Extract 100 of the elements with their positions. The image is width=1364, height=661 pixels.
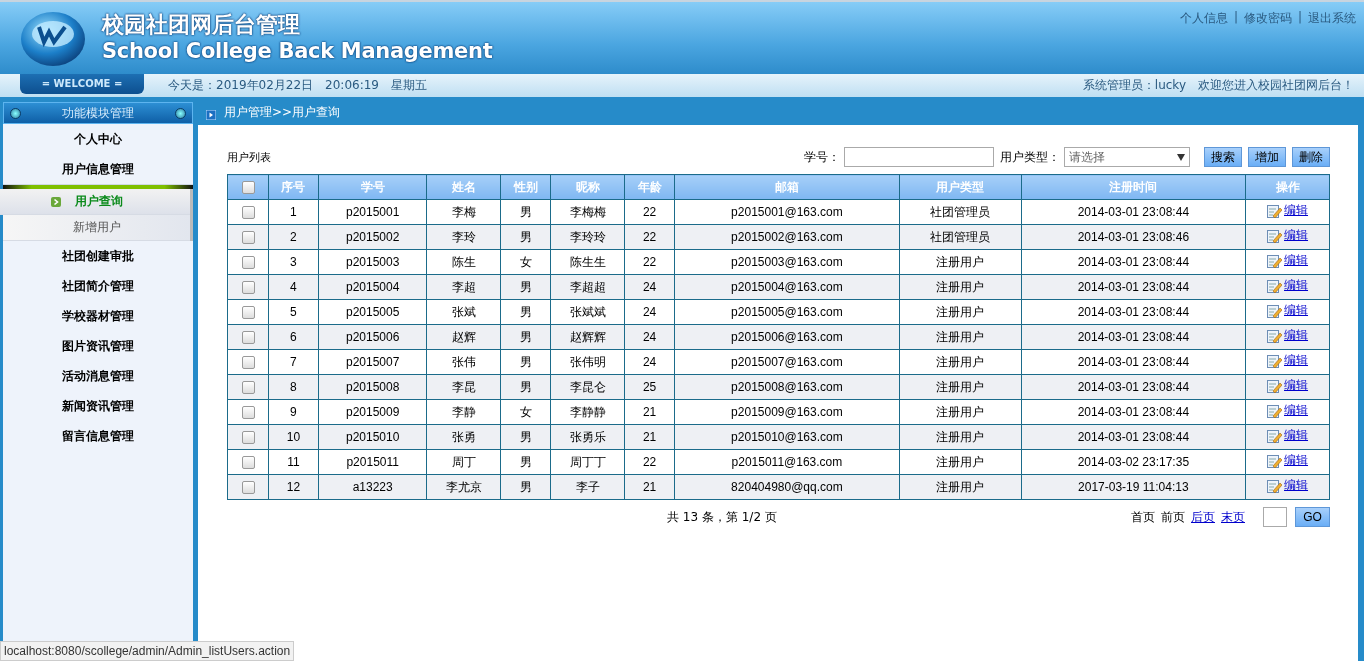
table-cell: 张斌 (427, 299, 501, 325)
edit-icon (1267, 430, 1283, 444)
column-header: 昵称 (550, 174, 625, 200)
page-summary: 共 13 条，第 1/2 页 (667, 508, 777, 526)
select-all-checkbox[interactable] (241, 181, 255, 195)
table-cell: 注册用户 (899, 324, 1022, 350)
table-cell: p2015010@163.com (674, 424, 900, 450)
edit-link[interactable]: 编辑 (1284, 327, 1309, 344)
row-checkbox[interactable] (241, 456, 255, 470)
edit-icon (1267, 255, 1283, 269)
edit-link[interactable]: 编辑 (1284, 277, 1309, 294)
table-cell: 2014-03-01 23:08:46 (1021, 224, 1246, 250)
edit-link[interactable]: 编辑 (1284, 452, 1309, 469)
menu-item[interactable]: 社团创建审批 (3, 241, 193, 271)
edit-link[interactable]: 编辑 (1284, 477, 1309, 494)
column-header: 邮箱 (674, 174, 900, 200)
table-cell: 张伟明 (550, 349, 625, 375)
menu-item[interactable]: 社团简介管理 (3, 271, 193, 301)
edit-link[interactable]: 编辑 (1284, 252, 1309, 269)
table-cell: 2014-03-02 23:17:35 (1021, 449, 1246, 475)
edit-icon (1267, 380, 1283, 394)
logo-icon (20, 10, 86, 68)
table-cell: p2015001 (318, 199, 427, 225)
table-cell: p2015005 (318, 299, 427, 325)
menu-item[interactable]: 留言信息管理 (3, 421, 193, 451)
table-cell: 2014-03-01 23:08:44 (1021, 199, 1246, 225)
column-header: 学号 (318, 174, 427, 200)
edit-link[interactable]: 编辑 (1284, 227, 1309, 244)
toolbar-button[interactable]: 增加 (1248, 147, 1286, 167)
separator-text: | (1297, 10, 1302, 26)
row-checkbox[interactable] (241, 256, 255, 270)
table-cell: p2015003 (318, 249, 427, 275)
table-cell: p2015004@163.com (674, 274, 900, 300)
row-checkbox[interactable] (241, 481, 255, 495)
table-cell: p2015010 (318, 424, 427, 450)
menu-item[interactable]: 个人中心 (3, 124, 193, 154)
row-checkbox[interactable] (241, 231, 255, 245)
edit-icon (1267, 280, 1283, 294)
table-cell: p2015006 (318, 324, 427, 350)
table-cell: 男 (500, 349, 551, 375)
table-cell: 7 (268, 349, 319, 375)
status-bar: localhost:8080/scollege/admin/Admin_listUsers.action (0, 641, 295, 661)
table-cell: 24 (624, 349, 675, 375)
table-cell: 张斌斌 (550, 299, 625, 325)
header-link[interactable]: 个人信息 (1179, 10, 1228, 27)
edit-link[interactable]: 编辑 (1284, 427, 1309, 444)
table-cell: p2015009@163.com (674, 399, 900, 425)
edit-icon (1267, 480, 1283, 494)
row-checkbox[interactable] (241, 281, 255, 295)
row-checkbox[interactable] (241, 406, 255, 420)
table-cell: 注册用户 (899, 349, 1022, 375)
knob-icon (175, 107, 186, 119)
edit-link[interactable]: 编辑 (1284, 352, 1309, 369)
menu-item[interactable]: 学校器材管理 (3, 301, 193, 331)
row-checkbox[interactable] (241, 206, 255, 220)
menu-item[interactable]: 图片资讯管理 (3, 331, 193, 361)
edit-link[interactable]: 编辑 (1284, 202, 1309, 219)
page-number-field[interactable] (1263, 507, 1287, 527)
table-cell: 李静 (427, 399, 501, 425)
table-cell: 3 (268, 249, 319, 275)
field-label: 用户类型： (1000, 148, 1060, 166)
table-cell: p2015002 (318, 224, 427, 250)
menu-item[interactable]: 新闻资讯管理 (3, 391, 193, 421)
arrow-icon (50, 196, 61, 207)
go-button[interactable]: GO (1295, 507, 1330, 527)
user-type-dropdown[interactable]: 请选择 (1064, 147, 1190, 167)
table-cell: 注册用户 (899, 299, 1022, 325)
table-cell: 社团管理员 (899, 199, 1022, 225)
toolbar-button[interactable]: 搜索 (1204, 147, 1242, 167)
row-checkbox[interactable] (241, 331, 255, 345)
toolbar-button[interactable]: 删除 (1292, 147, 1330, 167)
edit-icon (1267, 205, 1283, 219)
row-checkbox[interactable] (241, 356, 255, 370)
arrow-icon (206, 110, 216, 120)
submenu-item[interactable]: 新增用户 (3, 215, 190, 241)
menu-item[interactable]: 活动消息管理 (3, 361, 193, 391)
table-cell: 22 (624, 449, 675, 475)
row-checkbox[interactable] (241, 306, 255, 320)
table-cell: 男 (500, 199, 551, 225)
table-cell: 24 (624, 299, 675, 325)
header-link[interactable]: 修改密码 (1243, 10, 1292, 27)
table-cell: 21 (624, 399, 675, 425)
column-header: 注册时间 (1021, 174, 1246, 200)
pagination-link[interactable]: 后页 (1191, 508, 1215, 526)
row-checkbox[interactable] (241, 381, 255, 395)
submenu-item[interactable]: 用户查询 (0, 189, 190, 215)
table-cell: 2014-03-01 23:08:44 (1021, 324, 1246, 350)
student-id-field[interactable] (844, 147, 994, 167)
edit-link[interactable]: 编辑 (1284, 402, 1309, 419)
header-link[interactable]: 退出系统 (1308, 10, 1356, 27)
edit-link[interactable]: 编辑 (1284, 302, 1309, 319)
table-cell: 陈生 (427, 249, 501, 275)
table-cell: 社团管理员 (899, 224, 1022, 250)
pagination-link[interactable]: 末页 (1221, 508, 1245, 526)
column-header: 用户类型 (899, 174, 1022, 200)
table-cell: 22 (624, 199, 675, 225)
table-cell: p2015002@163.com (674, 224, 900, 250)
edit-link[interactable]: 编辑 (1284, 377, 1309, 394)
row-checkbox[interactable] (241, 431, 255, 445)
table-cell: p2015008 (318, 374, 427, 400)
